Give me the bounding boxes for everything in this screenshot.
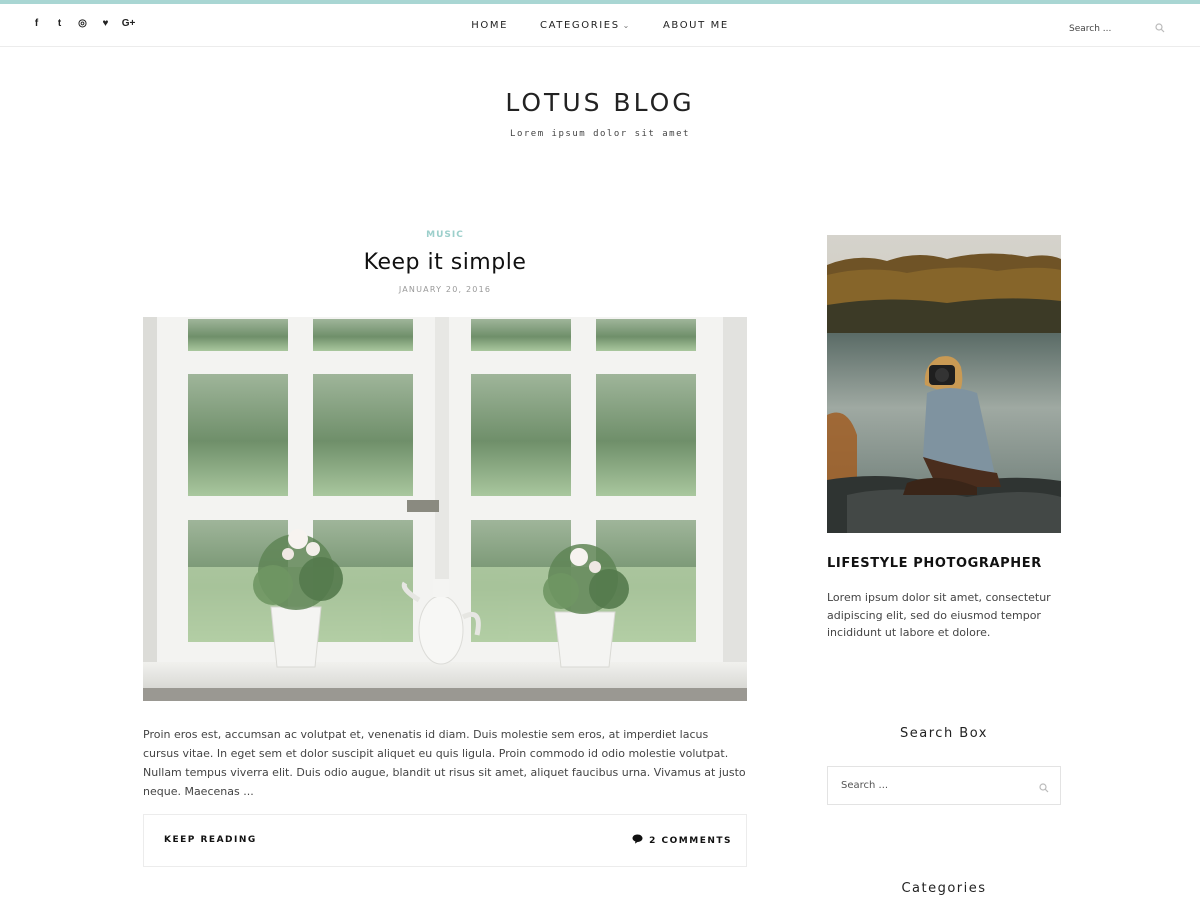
main-nav: HOME CATEGORIES ⌄ ABOUT ME	[0, 4, 1200, 47]
site-branding: LOTUS BLOG Lorem ipsum dolor sit amet	[0, 88, 1200, 139]
sidebar-search-box	[827, 766, 1061, 805]
post-date: JANUARY 20, 2016	[398, 285, 492, 294]
keep-reading-link[interactable]: KEEP READING	[164, 835, 257, 845]
nav-home-label: HOME	[471, 20, 508, 31]
sidebar: LIFESTYLE PHOTOGRAPHER Lorem ipsum dolor…	[827, 235, 1061, 896]
about-title: LIFESTYLE PHOTOGRAPHER	[827, 556, 1042, 571]
instagram-icon[interactable]: ◎	[76, 17, 89, 30]
post-featured-image[interactable]	[143, 317, 747, 701]
chevron-down-icon: ⌄	[622, 21, 631, 30]
top-bar: f t ◎ ♥ G+ HOME CATEGORIES ⌄ ABOUT ME	[0, 4, 1200, 47]
comment-icon	[632, 834, 643, 847]
sidebar-search-input[interactable]	[839, 779, 1023, 792]
social-links: f t ◎ ♥ G+	[30, 17, 135, 30]
nav-home[interactable]: HOME	[455, 4, 524, 47]
nav-about[interactable]: ABOUT ME	[647, 4, 745, 47]
post-footer: KEEP READING 2 COMMENTS	[143, 814, 747, 867]
search-icon[interactable]	[1155, 20, 1165, 38]
nav-about-label: ABOUT ME	[662, 20, 729, 31]
nav-categories-label: CATEGORIES	[540, 20, 620, 31]
header-search-input[interactable]	[1067, 24, 1154, 34]
blog-post: MUSIC Keep it simple JANUARY 20, 2016 Pr…	[143, 230, 747, 867]
about-text: Lorem ipsum dolor sit amet, consectetur …	[827, 591, 1051, 639]
googleplus-icon[interactable]: G+	[122, 17, 136, 30]
heart-icon[interactable]: ♥	[99, 17, 112, 30]
twitter-icon[interactable]: t	[53, 17, 66, 30]
header-search	[1067, 18, 1177, 34]
about-photo[interactable]	[827, 235, 1061, 533]
post-excerpt: Proin eros est, accumsan ac volutpat et,…	[143, 728, 746, 798]
comments-link[interactable]: 2 COMMENTS	[632, 834, 732, 847]
post-title[interactable]: Keep it simple	[143, 250, 747, 275]
facebook-icon[interactable]: f	[30, 17, 43, 30]
site-tagline: Lorem ipsum dolor sit amet	[510, 129, 690, 139]
comments-count: 2 COMMENTS	[649, 835, 732, 846]
site-title[interactable]: LOTUS BLOG	[0, 88, 1200, 117]
categories-widget-title: Categories	[901, 881, 987, 896]
search-icon[interactable]	[1039, 780, 1049, 798]
search-widget-title: Search Box	[900, 726, 988, 741]
nav-categories[interactable]: CATEGORIES ⌄	[524, 4, 647, 47]
post-category[interactable]: MUSIC	[143, 230, 747, 240]
